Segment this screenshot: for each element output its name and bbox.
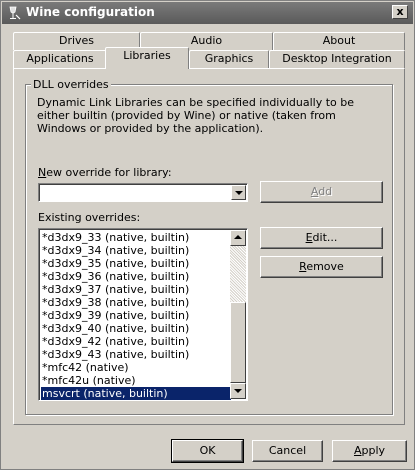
- title-bar[interactable]: Wine configuration x: [2, 2, 413, 24]
- list-item[interactable]: *d3dx9_36 (native, builtin): [41, 270, 231, 283]
- cancel-button[interactable]: Cancel: [252, 440, 323, 462]
- new-override-combo[interactable]: [38, 183, 248, 202]
- chevron-down-icon: [234, 389, 242, 393]
- list-item[interactable]: msvcrt (native, builtin): [41, 387, 231, 400]
- list-scrollbar[interactable]: [230, 230, 246, 399]
- existing-overrides-list[interactable]: *d3dx9_33 (native, builtin) *d3dx9_34 (na…: [38, 228, 248, 401]
- list-item[interactable]: *d3dx9_33 (native, builtin): [41, 231, 231, 244]
- group-title: DLL overrides: [31, 78, 111, 91]
- tab-desktop-integration[interactable]: Desktop Integration: [269, 50, 405, 68]
- wine-glass-icon: [9, 6, 21, 20]
- chevron-down-icon: [235, 191, 243, 195]
- list-item[interactable]: *d3dx9_42 (native, builtin): [41, 335, 231, 348]
- wine-config-window: Wine configuration x Drives Audio About …: [0, 0, 415, 470]
- group-description: Dynamic Link Libraries can be specified …: [37, 96, 355, 135]
- tab-libraries[interactable]: Libraries: [105, 47, 189, 69]
- list-item[interactable]: *d3dx9_35 (native, builtin): [41, 257, 231, 270]
- remove-button[interactable]: Remove: [260, 256, 383, 278]
- scroll-down-button[interactable]: [230, 383, 246, 399]
- list-item[interactable]: *d3dx9_40 (native, builtin): [41, 322, 231, 335]
- window-title: Wine configuration: [26, 5, 155, 19]
- list-item[interactable]: *d3dx9_39 (native, builtin): [41, 309, 231, 322]
- apply-button[interactable]: Apply: [332, 440, 407, 462]
- chevron-up-icon: [234, 235, 242, 239]
- list-item[interactable]: *mfc42 (native): [41, 361, 231, 374]
- scroll-up-button[interactable]: [230, 230, 246, 246]
- add-button[interactable]: Add: [260, 181, 383, 203]
- new-override-label: New override for library:: [38, 166, 172, 179]
- tab-graphics[interactable]: Graphics: [189, 50, 269, 68]
- ok-button[interactable]: OK: [171, 439, 244, 463]
- list-item[interactable]: *d3dx9_43 (native, builtin): [41, 348, 231, 361]
- list-item[interactable]: *d3dx9_37 (native, builtin): [41, 283, 231, 296]
- combo-dropdown-button[interactable]: [231, 185, 246, 200]
- tab-about[interactable]: About: [273, 32, 405, 50]
- list-item[interactable]: *d3dx9_38 (native, builtin): [41, 296, 231, 309]
- list-item[interactable]: *d3dx9_34 (native, builtin): [41, 244, 231, 257]
- libraries-panel: DLL overrides Dynamic Link Libraries can…: [13, 68, 405, 425]
- edit-button[interactable]: Edit...: [260, 227, 383, 249]
- scroll-thumb[interactable]: [230, 302, 246, 383]
- tab-applications[interactable]: Applications: [13, 50, 107, 68]
- close-icon: x: [396, 5, 404, 18]
- existing-overrides-label: Existing overrides:: [38, 211, 141, 224]
- list-item[interactable]: *mfc42u (native): [41, 374, 231, 387]
- close-button[interactable]: x: [392, 5, 408, 19]
- overrides-items: *d3dx9_33 (native, builtin) *d3dx9_34 (na…: [41, 231, 231, 400]
